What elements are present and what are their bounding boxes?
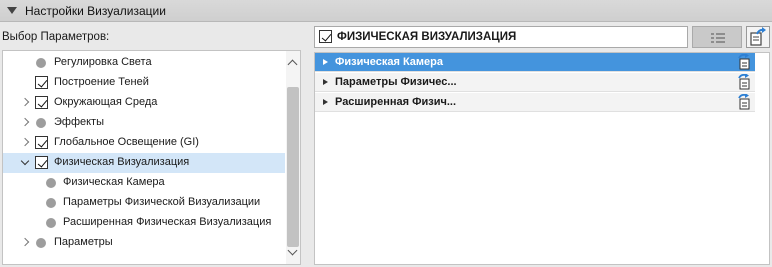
expand-triangle-icon[interactable] <box>323 99 328 105</box>
bullet-dot-icon <box>36 118 46 128</box>
tree-item-checkbox[interactable] <box>35 76 48 89</box>
physical-settings-list: Физическая Камера Параметры Физичес... Рас… <box>314 52 770 265</box>
export-icon <box>750 27 766 46</box>
bullet-dot-icon <box>46 178 56 188</box>
expand-triangle-icon[interactable] <box>323 79 328 85</box>
tree-item[interactable]: Окружающая Среда <box>3 93 285 113</box>
panel-title: Настройки Визуализации <box>25 3 166 18</box>
settings-group-label: Физическая Камера <box>335 56 444 68</box>
collapse-triangle-icon[interactable] <box>7 7 17 14</box>
settings-group-row[interactable]: Параметры Физичес... <box>315 73 755 92</box>
list-view-button[interactable] <box>692 26 742 48</box>
scroll-up-icon[interactable] <box>287 59 298 70</box>
tree-scrollbar[interactable] <box>286 51 300 264</box>
chevron-down-icon[interactable] <box>21 159 29 167</box>
bullet-dot-icon <box>46 198 56 208</box>
tree-item-checkbox[interactable] <box>35 96 48 109</box>
parameters-label: Выбор Параметров: <box>2 31 110 43</box>
tree-item-label: Глобальное Освещение (GI) <box>54 136 199 148</box>
physical-render-header: ФИЗИЧЕСКАЯ ВИЗУАЛИЗАЦИЯ <box>314 26 688 48</box>
parameters-tree: Регулировка Света Построение Теней Окружаю… <box>2 50 301 265</box>
tree-item-label: Построение Теней <box>54 76 149 88</box>
tree-item-label: Параметры <box>54 236 113 248</box>
bullet-dot-icon <box>36 58 46 68</box>
tree-item-checkbox[interactable] <box>35 136 48 149</box>
favorites-sync-icon[interactable] <box>737 74 751 90</box>
tree-item-label: Параметры Физической Визуализации <box>63 196 261 208</box>
physical-render-checkbox[interactable] <box>319 30 332 43</box>
tree-item[interactable]: Регулировка Света <box>3 53 285 73</box>
tree-item[interactable]: Параметры Физической Визуализации <box>3 193 285 213</box>
tree-item[interactable]: Глобальное Освещение (GI) <box>3 133 285 153</box>
tree-item-label: Расширенная Физическая Визуализация <box>63 216 272 228</box>
chevron-right-icon[interactable] <box>21 119 29 127</box>
tree-item-checkbox[interactable] <box>35 156 48 169</box>
tree-item[interactable]: Построение Теней <box>3 73 285 93</box>
panel-titlebar[interactable]: Настройки Визуализации <box>0 0 772 22</box>
tree-item-label: Физическая Визуализация <box>54 156 190 168</box>
list-scrollbar[interactable] <box>755 53 769 264</box>
favorites-sync-icon[interactable] <box>737 54 751 70</box>
tree-item[interactable]: Физическая Камера <box>3 173 285 193</box>
bullet-dot-icon <box>36 238 46 248</box>
tree-item[interactable]: Физическая Визуализация <box>3 153 285 173</box>
bullet-dot-icon <box>46 218 56 228</box>
settings-group-row[interactable]: Расширенная Физич... <box>315 93 755 112</box>
expand-triangle-icon[interactable] <box>323 59 328 65</box>
scroll-thumb[interactable] <box>287 87 299 247</box>
tree-item[interactable]: Расширенная Физическая Визуализация <box>3 213 285 233</box>
favorites-sync-icon[interactable] <box>737 94 751 110</box>
tree-item-label: Эффекты <box>54 116 105 128</box>
tree-item-label: Окружающая Среда <box>54 96 158 108</box>
settings-group-label: Параметры Физичес... <box>335 76 457 88</box>
tree-item-label: Физическая Камера <box>63 176 165 188</box>
tree-item[interactable]: Эффекты <box>3 113 285 133</box>
list-icon <box>711 33 725 43</box>
chevron-right-icon[interactable] <box>21 239 29 247</box>
settings-group-row[interactable]: Физическая Камера <box>315 53 755 72</box>
tree-item-label: Регулировка Света <box>54 56 152 68</box>
chevron-right-icon[interactable] <box>21 139 29 147</box>
export-button[interactable] <box>746 26 770 48</box>
physical-render-title: ФИЗИЧЕСКАЯ ВИЗУАЛИЗАЦИЯ <box>337 31 517 43</box>
tree-item[interactable]: Параметры <box>3 233 285 253</box>
chevron-right-icon[interactable] <box>21 99 29 107</box>
scroll-down-icon[interactable] <box>287 245 298 256</box>
settings-group-label: Расширенная Физич... <box>335 96 457 108</box>
